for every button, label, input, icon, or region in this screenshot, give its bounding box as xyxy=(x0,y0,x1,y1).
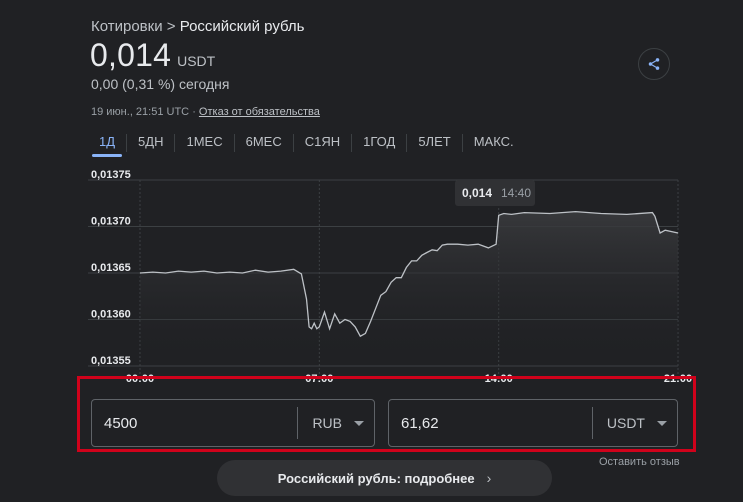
meta-line: 19 июн., 21:51 UTC · Отказ от обязательс… xyxy=(91,106,320,118)
tooltip-value: 0,014 xyxy=(462,186,492,200)
to-amount-input[interactable]: 61,62 xyxy=(389,415,592,432)
chart-tooltip: 0,014 14:40 xyxy=(455,180,535,206)
y-tick-label: 0,01370 xyxy=(91,216,131,228)
to-currency-select[interactable]: USDT xyxy=(593,415,677,431)
breadcrumb-parent[interactable]: Котировки xyxy=(91,18,163,35)
tab-1m[interactable]: 1МЕС xyxy=(175,130,233,159)
range-tabs: 1Д 5ДН 1МЕС 6МЕС С1ЯН 1ГОД 5ЛЕТ МАКС. xyxy=(88,130,525,159)
breadcrumb-current: Российский рубль xyxy=(179,18,305,35)
y-tick-label: 0,01375 xyxy=(91,169,131,181)
price-change: 0,00 (0,31 %) сегодня xyxy=(91,76,230,92)
from-amount-field: 4500 RUB xyxy=(91,399,375,447)
tab-1y[interactable]: 1ГОД xyxy=(352,130,406,159)
tooltip-time: 14:40 xyxy=(501,186,531,200)
y-tick-label: 0,01355 xyxy=(91,355,131,367)
from-currency-label: RUB xyxy=(312,415,342,431)
y-tick-label: 0,01365 xyxy=(91,262,131,274)
more-details-label: Российский рубль: подробнее xyxy=(277,470,475,486)
chevron-right-icon: › xyxy=(486,470,492,486)
from-currency-select[interactable]: RUB xyxy=(298,415,374,431)
to-amount-field: 61,62 USDT xyxy=(388,399,678,447)
breadcrumb-separator: > xyxy=(166,18,176,35)
breadcrumb: Котировки > Российский рубль xyxy=(91,18,304,35)
price-unit: USDT xyxy=(177,53,216,69)
from-amount-input[interactable]: 4500 xyxy=(92,415,297,432)
tab-1d[interactable]: 1Д xyxy=(88,130,126,159)
tab-max[interactable]: МАКС. xyxy=(463,130,525,159)
price-chart[interactable]: 0,013750,013700,013650,013600,0135500:00… xyxy=(0,160,743,385)
y-tick-label: 0,01360 xyxy=(91,309,131,321)
price-row: 0,014 USDT xyxy=(90,37,215,74)
to-currency-label: USDT xyxy=(606,415,645,431)
share-button[interactable] xyxy=(638,48,670,80)
tab-5d[interactable]: 5ДН xyxy=(127,130,174,159)
tab-ytd[interactable]: С1ЯН xyxy=(294,130,351,159)
area-fill xyxy=(140,211,678,366)
feedback-link[interactable]: Оставить отзыв xyxy=(599,456,680,468)
timestamp: 19 июн., 21:51 UTC xyxy=(91,106,190,118)
currency-converter: 4500 RUB 61,62 USDT xyxy=(77,376,696,452)
tab-5y[interactable]: 5ЛЕТ xyxy=(407,130,461,159)
tab-6m[interactable]: 6МЕС xyxy=(235,130,293,159)
price-value: 0,014 xyxy=(90,37,172,73)
share-icon xyxy=(648,58,660,70)
more-details-button[interactable]: Российский рубль: подробнее › xyxy=(217,460,552,496)
caret-down-icon xyxy=(354,420,364,426)
caret-down-icon xyxy=(657,420,667,426)
meta-dot: · xyxy=(192,106,196,118)
disclaimer-link[interactable]: Отказ от обязательства xyxy=(199,106,320,118)
